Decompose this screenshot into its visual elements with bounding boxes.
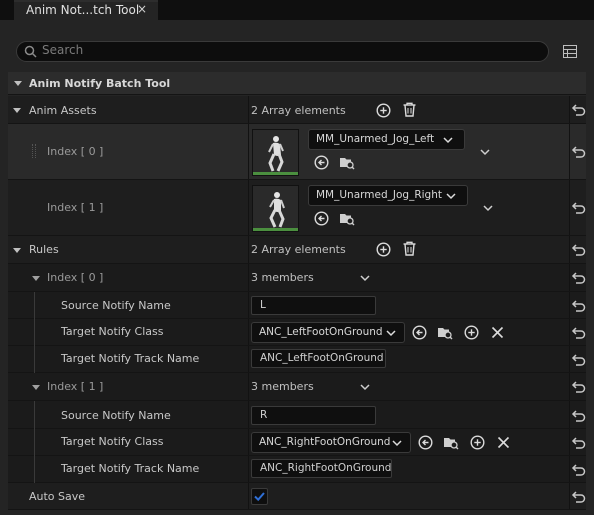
add-icon[interactable]: [470, 435, 485, 450]
asset-picker-combo[interactable]: MM_Unarmed_Jog_Left: [308, 129, 465, 150]
target-notify-class-row: Target Notify Class ANC_LeftFootOnGround: [8, 319, 586, 346]
chevron-down-icon[interactable]: [360, 383, 370, 391]
index-label: Index [ 1 ]: [47, 380, 104, 393]
drag-handle-icon[interactable]: [32, 144, 36, 158]
chevron-down-icon: [443, 137, 453, 144]
reset-arrow-icon[interactable]: [570, 299, 586, 313]
use-selected-icon[interactable]: [314, 155, 329, 170]
target-notify-track-name-row: Target Notify Track Name ANC_LeftFootOnG…: [8, 346, 586, 373]
character-thumbnail-icon: [268, 136, 284, 172]
index-label: Index [ 0 ]: [47, 271, 104, 284]
use-selected-icon[interactable]: [314, 211, 329, 226]
rule-item-0: Index [ 0 ] 3 members: [8, 264, 586, 292]
browse-icon[interactable]: [443, 434, 459, 450]
settings-grid-icon[interactable]: [563, 45, 577, 58]
index-label: Index [ 0 ]: [47, 145, 104, 158]
rule-item-1: Index [ 1 ] 3 members: [8, 373, 586, 401]
asset-name: MM_Unarmed_Jog_Right: [316, 189, 442, 201]
use-selected-icon[interactable]: [412, 325, 427, 340]
search-input[interactable]: [16, 41, 549, 62]
members-count: 3 members: [251, 380, 314, 393]
chevron-down-icon: [446, 193, 456, 200]
chevron-down-icon[interactable]: [360, 274, 370, 282]
target-notify-class-label: Target Notify Class: [61, 435, 164, 448]
expand-chevron-icon[interactable]: [480, 148, 490, 156]
trash-icon[interactable]: [402, 241, 417, 256]
expand-arrow-icon[interactable]: [13, 108, 21, 113]
source-notify-name-row: Source Notify Name L: [8, 292, 586, 319]
auto-save-row: Auto Save: [8, 483, 586, 510]
category-title: Anim Notify Batch Tool: [29, 77, 171, 90]
index-label: Index [ 1 ]: [47, 201, 104, 214]
target-notify-class-label: Target Notify Class: [61, 325, 164, 338]
category-header[interactable]: Anim Notify Batch Tool: [8, 72, 586, 95]
target-notify-track-name-input[interactable]: ANC_RightFootOnGround: [251, 459, 392, 478]
add-icon[interactable]: [376, 103, 391, 118]
reset-arrow-icon[interactable]: [570, 409, 586, 423]
asset-thumbnail[interactable]: [252, 129, 299, 176]
asset-name: MM_Unarmed_Jog_Left: [316, 133, 435, 145]
add-icon[interactable]: [376, 242, 391, 257]
target-notify-track-name-row: Target Notify Track Name ANC_RightFootOn…: [8, 456, 586, 483]
checkmark-icon: [254, 492, 265, 502]
browse-icon[interactable]: [339, 210, 355, 226]
reset-arrow-icon[interactable]: [570, 145, 586, 159]
reset-arrow-icon[interactable]: [570, 380, 586, 394]
expand-arrow-icon[interactable]: [13, 248, 21, 253]
source-notify-name-label: Source Notify Name: [61, 299, 171, 312]
expand-arrow-icon[interactable]: [14, 81, 22, 86]
reset-arrow-icon[interactable]: [570, 436, 586, 450]
target-notify-class-combo[interactable]: ANC_LeftFootOnGround: [251, 322, 405, 343]
rules-label: Rules: [29, 243, 59, 256]
expand-chevron-icon[interactable]: [483, 204, 493, 212]
target-notify-class-row: Target Notify Class ANC_RightFootOnGroun…: [8, 429, 586, 456]
reset-arrow-icon[interactable]: [570, 490, 586, 504]
anim-assets-label: Anim Assets: [29, 104, 97, 117]
target-notify-class-combo[interactable]: ANC_RightFootOnGround: [251, 432, 411, 453]
search-icon: [24, 45, 37, 58]
reset-arrow-icon[interactable]: [570, 201, 586, 215]
rules-count: 2 Array elements: [251, 243, 346, 256]
target-notify-class-value: ANC_LeftFootOnGround: [259, 326, 383, 338]
anim-asset-item-0: Index [ 0 ] MM_Unarmed_Jog_Left: [8, 124, 586, 180]
source-notify-name-label: Source Notify Name: [61, 409, 171, 422]
target-notify-track-name-input[interactable]: ANC_LeftFootOnGround: [251, 349, 386, 368]
anim-asset-item-1: Index [ 1 ] MM_Unarmed_Jog_Right: [8, 180, 586, 236]
clear-icon[interactable]: [490, 325, 505, 340]
members-count: 3 members: [251, 271, 314, 284]
search-placeholder: Search: [42, 43, 84, 57]
expand-arrow-icon[interactable]: [32, 385, 40, 390]
auto-save-label: Auto Save: [29, 490, 86, 503]
asset-picker-combo[interactable]: MM_Unarmed_Jog_Right: [308, 185, 468, 206]
target-notify-track-name-label: Target Notify Track Name: [61, 462, 200, 475]
use-selected-icon[interactable]: [418, 435, 433, 450]
asset-thumbnail[interactable]: [252, 185, 299, 232]
anim-assets-row: Anim Assets 2 Array elements: [8, 96, 586, 124]
clear-icon[interactable]: [496, 435, 511, 450]
reset-arrow-icon[interactable]: [570, 243, 586, 257]
reset-arrow-icon[interactable]: [570, 353, 586, 367]
target-notify-track-name-label: Target Notify Track Name: [61, 352, 200, 365]
trash-icon[interactable]: [402, 102, 417, 117]
browse-icon[interactable]: [437, 324, 453, 340]
target-notify-class-value: ANC_RightFootOnGround: [259, 436, 391, 448]
add-icon[interactable]: [464, 325, 479, 340]
reset-arrow-icon[interactable]: [570, 271, 586, 285]
tab-title: Anim Not...tch Tool: [26, 3, 140, 17]
browse-icon[interactable]: [339, 154, 355, 170]
reset-arrow-icon[interactable]: [570, 103, 586, 117]
auto-save-checkbox[interactable]: [251, 488, 268, 505]
reset-arrow-icon[interactable]: [570, 463, 586, 477]
anim-assets-count: 2 Array elements: [251, 104, 346, 117]
chevron-down-icon: [386, 330, 396, 337]
chevron-down-icon: [392, 440, 402, 447]
rules-row: Rules 2 Array elements: [8, 236, 586, 264]
reset-arrow-icon[interactable]: [570, 326, 586, 340]
source-notify-name-input[interactable]: L: [251, 296, 376, 315]
character-thumbnail-icon: [269, 192, 285, 228]
source-notify-name-row: Source Notify Name R: [8, 401, 586, 429]
expand-arrow-icon[interactable]: [32, 276, 40, 281]
source-notify-name-input[interactable]: R: [251, 406, 376, 425]
tab-close-icon[interactable]: ×: [137, 2, 147, 16]
